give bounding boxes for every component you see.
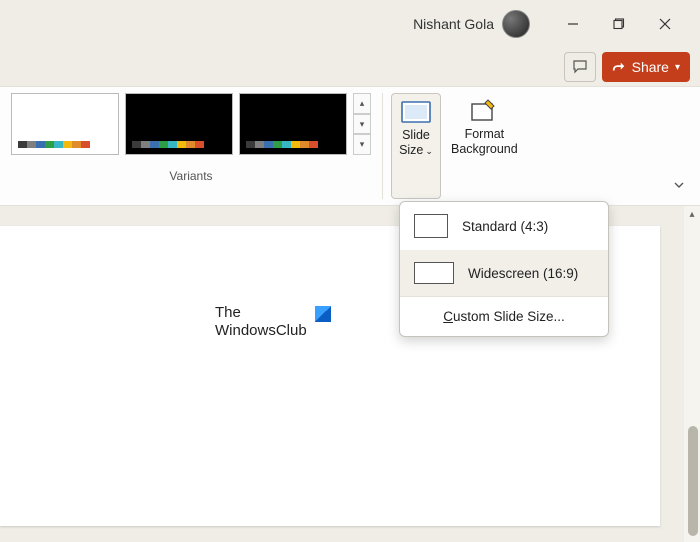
variants-gallery-controls: ▴ ▾ ▾ bbox=[353, 93, 371, 155]
account-button[interactable]: Nishant Gola bbox=[413, 10, 530, 38]
vertical-scrollbar[interactable]: ▴ bbox=[684, 206, 700, 542]
minimize-button[interactable] bbox=[550, 8, 596, 40]
windowsclub-flag-icon bbox=[315, 306, 331, 322]
color-swatch bbox=[141, 141, 150, 148]
chevron-down-icon: ⌄ bbox=[425, 146, 433, 156]
color-swatch bbox=[54, 141, 63, 148]
share-row: Share ▾ bbox=[0, 48, 700, 86]
color-swatch bbox=[186, 141, 195, 148]
aspect-16-9-icon bbox=[414, 262, 454, 284]
user-name: Nishant Gola bbox=[413, 16, 494, 32]
variants-group-label: Variants bbox=[169, 169, 212, 183]
color-swatch bbox=[273, 141, 282, 148]
menu-item-widescreen[interactable]: Widescreen (16:9) bbox=[400, 250, 608, 296]
menu-item-label: Standard (4:3) bbox=[462, 219, 548, 234]
color-swatch bbox=[72, 141, 81, 148]
color-swatch bbox=[177, 141, 186, 148]
slide-size-label-2: Size bbox=[399, 143, 423, 157]
slide-size-menu: Standard (4:3) Widescreen (16:9) Custom … bbox=[399, 201, 609, 337]
gallery-down-button[interactable]: ▾ bbox=[353, 114, 371, 135]
format-background-button[interactable]: Format Background bbox=[445, 93, 524, 199]
maximize-button[interactable] bbox=[596, 8, 642, 40]
gallery-more-button[interactable]: ▾ bbox=[353, 134, 371, 155]
logo-line-1: The bbox=[215, 304, 241, 321]
variant-thumbnail[interactable] bbox=[11, 93, 119, 155]
color-swatch bbox=[300, 141, 309, 148]
color-swatch bbox=[150, 141, 159, 148]
aspect-4-3-icon bbox=[414, 214, 448, 238]
variant-swatches bbox=[132, 141, 204, 148]
logo-line-2: WindowsClub bbox=[215, 322, 307, 339]
color-swatch bbox=[36, 141, 45, 148]
gallery-up-button[interactable]: ▴ bbox=[353, 93, 371, 114]
menu-item-custom-size[interactable]: Custom Slide Size... bbox=[400, 297, 608, 336]
variant-swatches bbox=[246, 141, 318, 148]
color-swatch bbox=[63, 141, 72, 148]
variants-group: ▴ ▾ ▾ Variants bbox=[0, 87, 382, 205]
variant-thumbnail[interactable] bbox=[239, 93, 347, 155]
color-swatch bbox=[309, 141, 318, 148]
color-swatch bbox=[159, 141, 168, 148]
variant-swatches bbox=[18, 141, 90, 148]
slide-size-button[interactable]: Slide Size⌄ bbox=[391, 93, 441, 199]
color-swatch bbox=[246, 141, 255, 148]
variant-thumbnail[interactable] bbox=[125, 93, 233, 155]
menu-item-standard[interactable]: Standard (4:3) bbox=[400, 202, 608, 250]
color-swatch bbox=[282, 141, 291, 148]
close-button[interactable] bbox=[642, 8, 688, 40]
share-label: Share bbox=[632, 59, 669, 75]
title-bar: Nishant Gola bbox=[0, 0, 700, 48]
color-swatch bbox=[264, 141, 273, 148]
color-swatch bbox=[195, 141, 204, 148]
share-button[interactable]: Share ▾ bbox=[602, 52, 690, 82]
customize-group: Slide Size⌄ Format Background bbox=[383, 87, 532, 205]
color-swatch bbox=[291, 141, 300, 148]
format-background-icon bbox=[468, 97, 500, 125]
ribbon-collapse-button[interactable] bbox=[672, 178, 686, 197]
color-swatch bbox=[255, 141, 264, 148]
slide-size-icon bbox=[400, 98, 432, 126]
scrollbar-thumb[interactable] bbox=[688, 426, 698, 536]
comments-button[interactable] bbox=[564, 52, 596, 82]
menu-item-label: ustom Slide Size... bbox=[453, 309, 565, 324]
slide-content-logo: The WindowsClub bbox=[215, 304, 331, 340]
color-swatch bbox=[18, 141, 27, 148]
scroll-up-icon: ▴ bbox=[684, 206, 700, 222]
menu-item-label: Widescreen (16:9) bbox=[468, 266, 578, 281]
slide-size-label-1: Slide bbox=[402, 128, 430, 142]
color-swatch bbox=[27, 141, 36, 148]
color-swatch bbox=[168, 141, 177, 148]
format-bg-label-1: Format bbox=[465, 127, 505, 141]
color-swatch bbox=[81, 141, 90, 148]
color-swatch bbox=[45, 141, 54, 148]
user-avatar bbox=[502, 10, 530, 38]
format-bg-label-2: Background bbox=[451, 142, 518, 156]
ribbon: ▴ ▾ ▾ Variants Slide Size⌄ Format Backgr… bbox=[0, 86, 700, 206]
chevron-down-icon: ▾ bbox=[675, 62, 680, 73]
color-swatch bbox=[132, 141, 141, 148]
